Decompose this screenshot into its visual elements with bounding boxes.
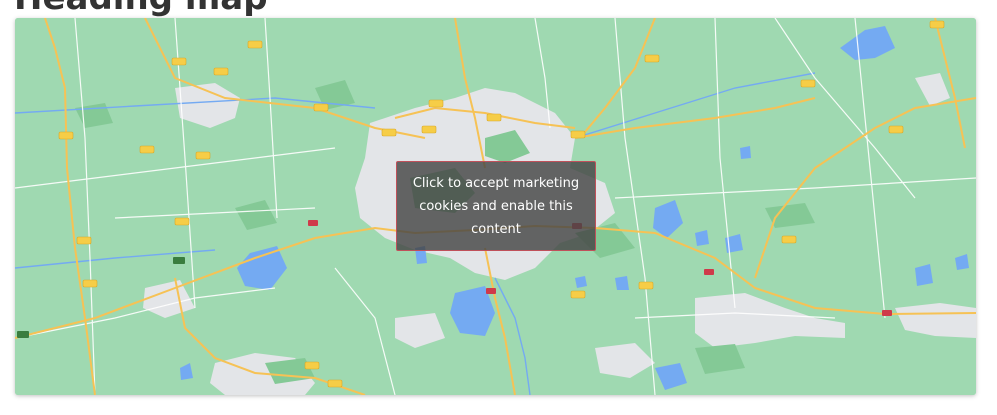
- cookie-consent-overlay[interactable]: Click to accept marketing cookies and en…: [396, 161, 596, 251]
- map-embed[interactable]: Click to accept marketing cookies and en…: [15, 18, 976, 395]
- consent-message: Click to accept marketing cookies and en…: [412, 175, 580, 237]
- page-heading: Heading map: [14, 0, 268, 18]
